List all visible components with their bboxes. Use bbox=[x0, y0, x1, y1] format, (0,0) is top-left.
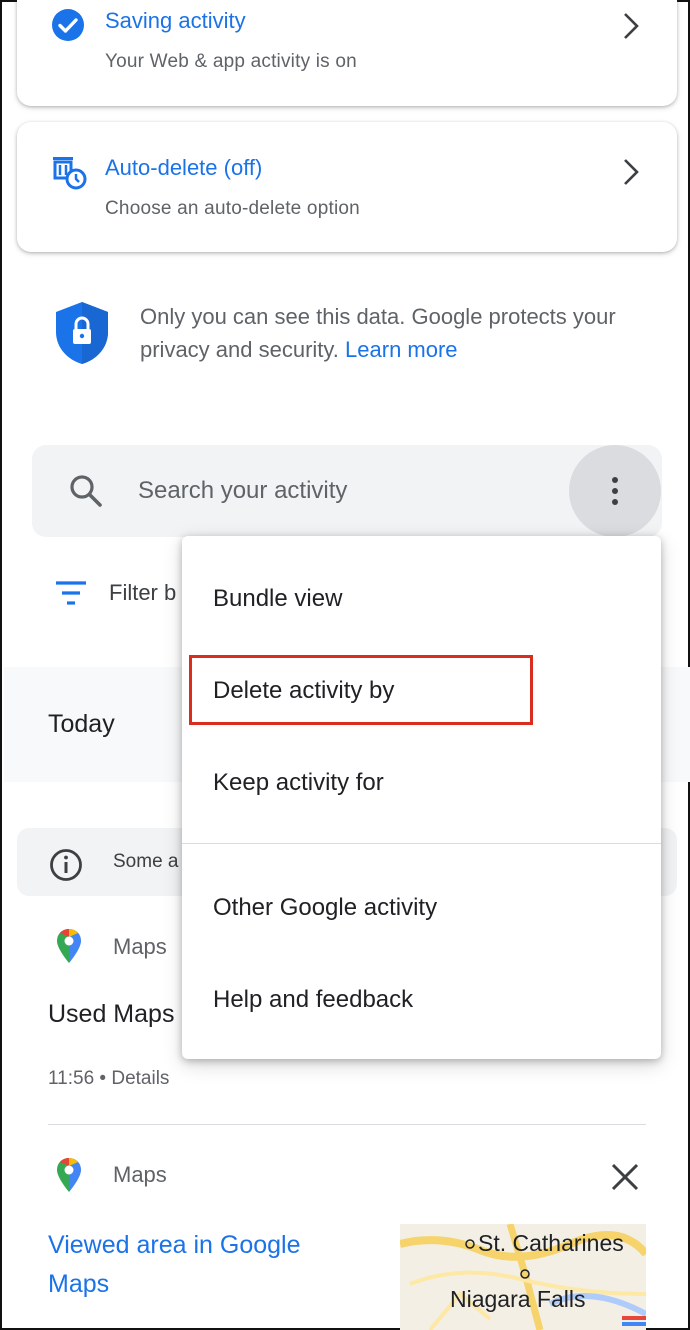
auto-delete-subtitle: Choose an auto-delete option bbox=[105, 198, 360, 219]
filter-icon[interactable] bbox=[54, 578, 88, 613]
info-icon bbox=[49, 848, 83, 887]
today-heading: Today bbox=[48, 710, 115, 738]
activity-meta: 11:56 • Details bbox=[48, 1068, 169, 1090]
auto-delete-title: Auto-delete (off) bbox=[105, 155, 263, 180]
info-text: Some a bbox=[113, 851, 179, 872]
maps-pin-icon bbox=[56, 1157, 82, 1198]
check-circle-icon bbox=[51, 8, 85, 47]
menu-item-bundle-view[interactable]: Bundle view bbox=[213, 585, 342, 613]
activity-title-link[interactable]: Viewed area in Google Maps bbox=[48, 1226, 368, 1304]
activity-app-label: Maps bbox=[113, 1162, 167, 1187]
overflow-menu: Bundle view Delete activity by Keep acti… bbox=[182, 536, 661, 1059]
menu-divider bbox=[182, 843, 661, 844]
close-icon[interactable] bbox=[610, 1162, 640, 1197]
activity-app-label: Maps bbox=[113, 934, 167, 959]
auto-delete-icon bbox=[51, 154, 87, 195]
saving-activity-card[interactable]: Saving activity Your Web & app activity … bbox=[17, 0, 677, 106]
menu-item-keep-activity-for[interactable]: Keep activity for bbox=[213, 769, 384, 797]
maps-pin-icon bbox=[56, 928, 82, 969]
activity-title[interactable]: Used Maps bbox=[48, 1000, 174, 1029]
search-icon[interactable] bbox=[68, 473, 104, 514]
more-vert-icon bbox=[612, 477, 618, 483]
more-vert-icon-dot bbox=[612, 488, 618, 494]
highlight-box bbox=[189, 655, 533, 725]
menu-item-other-google-activity[interactable]: Other Google activity bbox=[213, 894, 437, 922]
filter-label[interactable]: Filter b bbox=[109, 580, 176, 606]
privacy-note: Only you can see this data. Google prote… bbox=[140, 300, 640, 366]
map-label-niagara-falls: Niagara Falls bbox=[450, 1286, 586, 1312]
chevron-right-icon bbox=[624, 159, 639, 185]
map-label-st-catharines: St. Catharines bbox=[478, 1230, 624, 1256]
saving-activity-title: Saving activity bbox=[105, 8, 246, 33]
details-link[interactable]: Details bbox=[111, 1068, 169, 1089]
more-vert-icon-dot bbox=[612, 499, 618, 505]
menu-item-help-and-feedback[interactable]: Help and feedback bbox=[213, 986, 413, 1014]
search-bar bbox=[32, 445, 662, 537]
auto-delete-card[interactable]: Auto-delete (off) Choose an auto-delete … bbox=[17, 122, 677, 252]
learn-more-link[interactable]: Learn more bbox=[345, 337, 458, 362]
activity-time: 11:56 bbox=[48, 1068, 95, 1089]
divider bbox=[48, 1124, 646, 1125]
saving-activity-subtitle: Your Web & app activity is on bbox=[105, 51, 357, 72]
shield-lock-icon bbox=[54, 300, 110, 371]
more-options-button[interactable] bbox=[569, 445, 661, 537]
map-thumbnail[interactable]: St. Catharines Niagara Falls bbox=[400, 1224, 646, 1330]
chevron-right-icon bbox=[624, 13, 639, 39]
activity-meta-separator: • bbox=[99, 1068, 107, 1089]
search-input[interactable] bbox=[138, 469, 538, 513]
